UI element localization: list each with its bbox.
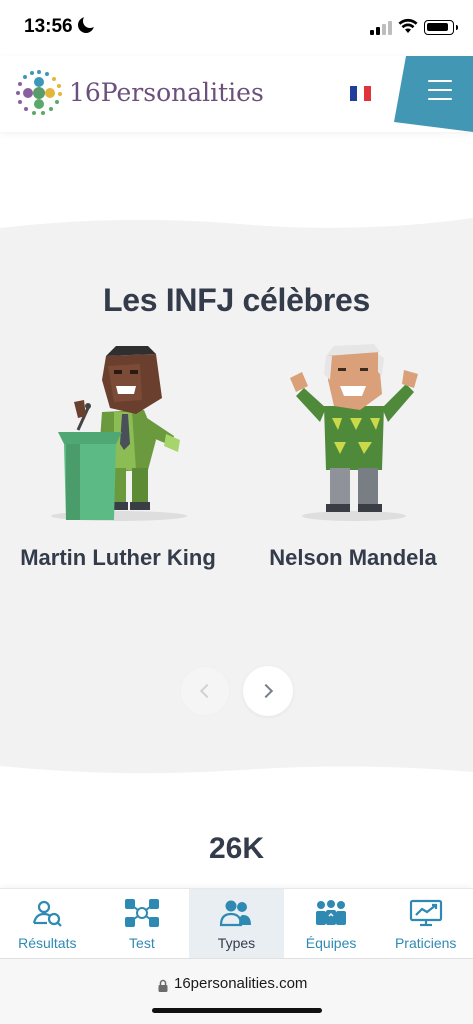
nav-label: Résultats [18, 935, 77, 951]
nav-label: Test [129, 935, 155, 951]
nav-item-teams[interactable]: Équipes [284, 889, 379, 958]
url-text[interactable]: 16personalities.com [174, 975, 307, 992]
cellular-signal-icon [370, 21, 394, 35]
person-illustration [290, 344, 418, 521]
famous-person-name[interactable]: Nelson Mandela [250, 542, 456, 573]
chevron-left-icon [199, 683, 215, 699]
section-title: Les INFJ célèbres [102, 282, 371, 318]
fr-flag-icon[interactable] [350, 86, 371, 101]
nav-label: Équipes [305, 935, 357, 951]
lock-icon [158, 979, 168, 992]
team-icon [316, 900, 347, 925]
status-time: 13:56 [24, 16, 73, 37]
site-header: 16Personalities [0, 56, 473, 132]
battery-icon [424, 20, 458, 35]
hamburger-menu-icon[interactable] [428, 80, 452, 107]
bottom-nav: Résultats Test Types Équipes Praticiens [0, 888, 473, 958]
presentation-chart-icon [409, 899, 442, 927]
wifi-icon [398, 18, 418, 33]
nav-label: Types [217, 935, 256, 951]
person-illustration [51, 346, 187, 521]
nav-label: Praticiens [394, 935, 457, 951]
brand-name[interactable]: 16Personalities [69, 78, 264, 107]
chevron-right-icon [258, 683, 274, 699]
search-user-icon [33, 900, 63, 927]
stat-number: 26K [208, 832, 265, 865]
nav-item-results[interactable]: Résultats [0, 889, 95, 958]
logo-icon[interactable] [14, 68, 64, 118]
home-indicator[interactable] [152, 1008, 322, 1013]
carousel-prev-button[interactable] [180, 666, 230, 716]
status-bar: 13:56 [0, 0, 473, 56]
browser-url-bar[interactable]: 16personalities.com [0, 958, 473, 1024]
nav-item-practitioners[interactable]: Praticiens [378, 889, 473, 958]
moon-icon [78, 14, 97, 33]
carousel-next-button[interactable] [243, 666, 293, 716]
people-icon [220, 900, 252, 927]
nav-item-types[interactable]: Types [189, 889, 284, 958]
famous-person-name[interactable]: Martin Luther King [20, 542, 216, 573]
nav-item-test[interactable]: Test [95, 889, 190, 958]
network-icon [124, 899, 159, 927]
